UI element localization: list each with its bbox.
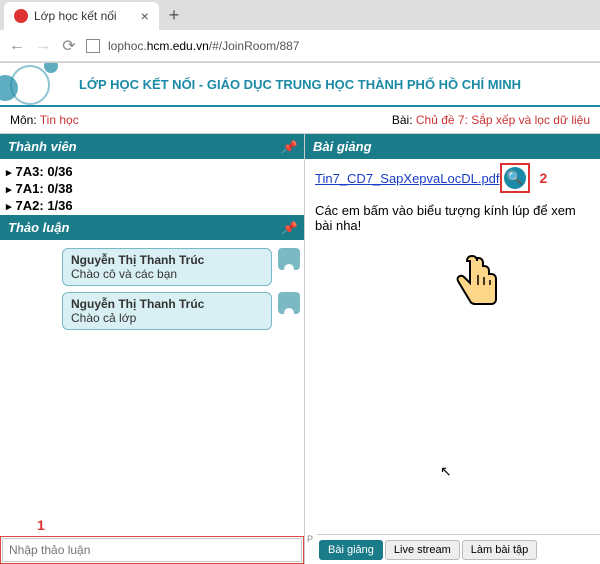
- banner-title: LỚP HỌC KẾT NỐI - GIÁO DỤC TRUNG HỌC THÀ…: [79, 77, 521, 92]
- lecture-file-link[interactable]: Tin7_CD7_SapXepvaLocDL.pdf: [315, 171, 500, 186]
- site-info-icon[interactable]: [86, 39, 100, 53]
- favicon-icon: [14, 9, 28, 23]
- site-banner: LỚP HỌC KẾT NỐI - GIÁO DỤC TRUNG HỌC THÀ…: [0, 63, 600, 107]
- member-item[interactable]: 7A3: 0/36: [2, 163, 302, 180]
- lesson-info: Bài: Chủ đề 7: Sắp xếp và lọc dữ liệu: [392, 113, 590, 127]
- avatar-icon: [278, 292, 300, 314]
- info-row: Môn: Tin học Bài: Chủ đề 7: Sắp xếp và l…: [0, 107, 600, 134]
- reload-button[interactable]: ⟳: [60, 36, 78, 56]
- tab-lecture[interactable]: Bài giảng: [319, 540, 383, 560]
- back-button[interactable]: ←: [8, 37, 26, 55]
- chat-row: Nguyễn Thị Thanh Trúc Chào cả lớp: [4, 292, 300, 330]
- tab-bar: Lớp học kết nối × +: [0, 0, 600, 30]
- forward-button[interactable]: →: [34, 37, 52, 55]
- chat-bubble: Nguyễn Thị Thanh Trúc Chào cô và các bạn: [62, 248, 272, 286]
- tab-title: Lớp học kết nối: [34, 9, 117, 23]
- member-item[interactable]: 7A2: 1/36: [2, 197, 302, 214]
- lecture-header: Bài giảng: [305, 134, 600, 159]
- address-bar: ← → ⟳ lophoc.hcm.edu.vn/#/JoinRoom/887: [0, 30, 600, 62]
- zoom-button[interactable]: 🔍: [504, 167, 526, 189]
- lecture-instruction: Các em bấm vào biểu tượng kính lúp để xe…: [315, 203, 590, 233]
- callout-2: 2: [540, 170, 548, 186]
- banner-decoration: [0, 63, 80, 105]
- new-tab-button[interactable]: +: [159, 5, 190, 26]
- members-header: Thành viên 📌: [0, 134, 304, 159]
- callout-2-frame: [500, 163, 530, 193]
- tab-livestream[interactable]: Live stream: [385, 540, 460, 560]
- member-item[interactable]: 7A1: 0/38: [2, 180, 302, 197]
- p-indicator: P: [305, 534, 317, 544]
- tab-exercise[interactable]: Làm bài tập: [462, 540, 537, 560]
- browser-tab[interactable]: Lớp học kết nối ×: [4, 2, 159, 30]
- discussion-area: Nguyễn Thị Thanh Trúc Chào cô và các bạn…: [0, 240, 304, 536]
- avatar-icon: [278, 248, 300, 270]
- pin-icon[interactable]: 📌: [281, 140, 296, 154]
- members-list: 7A3: 0/36 7A1: 0/38 7A2: 1/36: [0, 159, 304, 215]
- chat-bubble: Nguyễn Thị Thanh Trúc Chào cả lớp: [62, 292, 272, 330]
- chat-row: Nguyễn Thị Thanh Trúc Chào cô và các bạn: [4, 248, 300, 286]
- bottom-tabs: Bài giảng Live stream Làm bài tập: [317, 534, 600, 564]
- chat-input[interactable]: [2, 538, 302, 562]
- pin-icon[interactable]: 📌: [281, 221, 296, 235]
- discussion-header: Thảo luận 📌: [0, 215, 304, 240]
- chat-input-highlight: 1: [0, 536, 304, 564]
- subject-info: Môn: Tin học: [10, 113, 79, 127]
- callout-1: 1: [37, 517, 45, 533]
- close-icon[interactable]: ×: [141, 8, 149, 24]
- lecture-body: Tin7_CD7_SapXepvaLocDL.pdf 🔍 2 Các em bấ…: [305, 159, 600, 534]
- url-display[interactable]: lophoc.hcm.edu.vn/#/JoinRoom/887: [108, 39, 299, 53]
